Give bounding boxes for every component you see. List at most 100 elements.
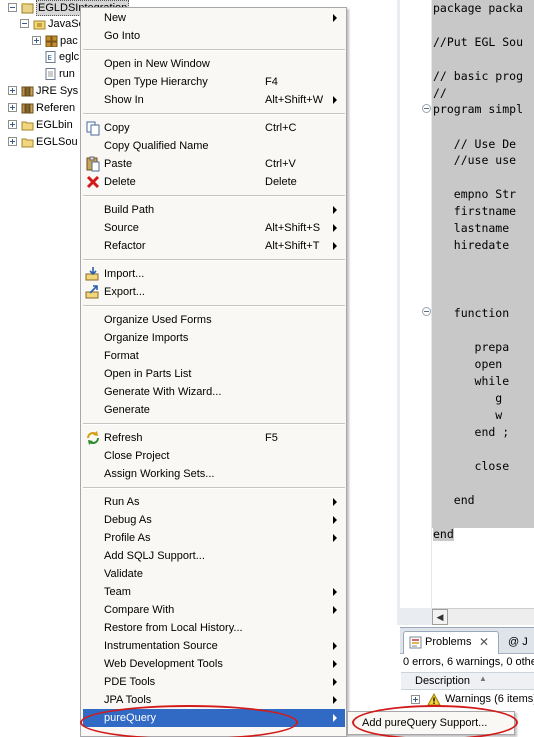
tree-item[interactable]: EGLbin	[0, 117, 90, 133]
menu-item-organize-imports[interactable]: Organize Imports	[83, 329, 345, 347]
menu-separator	[83, 305, 345, 307]
menu-item-show-in[interactable]: Show In Alt+Shift+W	[83, 91, 345, 109]
code-line: hiredate	[433, 237, 517, 253]
egl-file-icon: E	[44, 51, 57, 63]
expand-icon[interactable]	[8, 103, 17, 112]
menu-separator	[83, 423, 345, 425]
menu-item-compare-with[interactable]: Compare With	[83, 601, 345, 619]
menu-item-run-as[interactable]: Run As	[83, 493, 345, 511]
tree-item[interactable]: run	[0, 66, 90, 82]
code-line: while	[433, 373, 510, 389]
library-icon	[21, 102, 34, 114]
menu-item-refresh[interactable]: Refresh F5	[83, 429, 345, 447]
menu-item-generate-with-wizard[interactable]: Generate With Wizard...	[83, 383, 345, 401]
library-icon	[21, 86, 34, 97]
add-purequery-support-item[interactable]: Add pureQuery Support...	[351, 715, 511, 732]
copy-icon	[85, 120, 101, 136]
menu-item-close-project[interactable]: Close Project	[83, 447, 345, 465]
close-icon[interactable]: ✕	[479, 635, 489, 649]
menu-item-team[interactable]: Team	[83, 583, 345, 601]
menu-item-label: Open in New Window	[104, 58, 210, 70]
problems-column-header[interactable]: Description ▲	[401, 672, 534, 690]
menu-item-restore-from-local-history[interactable]: Restore from Local History...	[83, 619, 345, 637]
code-editor[interactable]: package packa //Put EGL Sou // basic prog /…	[432, 0, 534, 608]
menu-item-purequery[interactable]: pureQuery	[83, 709, 345, 727]
tree-item[interactable]: pac	[0, 33, 90, 49]
warnings-row[interactable]: Warnings (6 items)	[401, 692, 534, 708]
menu-separator	[83, 259, 345, 261]
menu-item-new[interactable]: New	[83, 9, 345, 27]
tab-problems[interactable]: Problems ✕	[403, 631, 499, 654]
code-line-text: //	[433, 86, 447, 100]
code-line: empno Str	[433, 186, 517, 202]
menu-separator	[83, 487, 345, 489]
tree-item[interactable]: Eeglc	[0, 49, 90, 65]
menu-item-shortcut: Ctrl+C	[265, 122, 297, 134]
collapse-icon[interactable]	[20, 19, 29, 28]
tree-item[interactable]: JRE Sys	[0, 83, 90, 99]
menu-item-generate[interactable]: Generate	[83, 401, 345, 419]
menu-item-label: Copy	[104, 122, 130, 134]
menu-item-go-into[interactable]: Go Into	[83, 27, 345, 45]
fold-toggle-icon[interactable]	[422, 307, 431, 316]
menu-item-open-in-parts-list[interactable]: Open in Parts List	[83, 365, 345, 383]
expand-icon[interactable]	[411, 695, 420, 704]
menu-item-add-sqlj-support[interactable]: Add SQLJ Support...	[83, 547, 345, 565]
export-icon	[85, 284, 101, 300]
menu-item-export[interactable]: Export...	[83, 283, 345, 301]
tree-item-label: EGLSou	[36, 136, 78, 148]
menu-item-validate[interactable]: Validate	[83, 565, 345, 583]
expand-icon[interactable]	[32, 36, 41, 45]
code-line-text: close	[433, 459, 510, 473]
menu-item-debug-as[interactable]: Debug As	[83, 511, 345, 529]
menu-item-label: Organize Imports	[104, 332, 189, 344]
code-line: end ;	[433, 424, 510, 440]
menu-item-copy-qualified-name[interactable]: Copy Qualified Name	[83, 137, 345, 155]
menu-item-instrumentation-source[interactable]: Instrumentation Source	[83, 637, 345, 655]
tab-other-label[interactable]: @ J	[508, 632, 528, 652]
code-line-text: function	[433, 306, 517, 320]
submenu-arrow-icon	[333, 714, 337, 722]
menu-item-label: Source	[104, 222, 139, 234]
problems-summary: 0 errors, 6 warnings, 0 othe	[403, 656, 534, 668]
menu-item-pde-tools[interactable]: PDE Tools	[83, 673, 345, 691]
menu-item-build-path[interactable]: Build Path	[83, 201, 345, 219]
code-line: // Use De	[433, 136, 517, 152]
expand-icon[interactable]	[8, 137, 17, 146]
code-line-text: open	[433, 357, 510, 371]
refresh-icon	[87, 431, 99, 445]
code-line-text: firstname	[433, 204, 517, 218]
menu-item-label: New	[104, 12, 127, 24]
menu-item-profile-as[interactable]: Profile As	[83, 529, 345, 547]
menu-item-copy[interactable]: Copy Ctrl+C	[83, 119, 345, 137]
editor-horizontal-scrollbar[interactable]: ◀	[432, 608, 534, 625]
menu-item-web-development-tools[interactable]: Web Development Tools	[83, 655, 345, 673]
expand-icon[interactable]	[8, 86, 17, 95]
tree-item[interactable]: EGLSou	[0, 134, 90, 150]
menu-item-format[interactable]: Format	[83, 347, 345, 365]
menu-item-import[interactable]: Import...	[83, 265, 345, 283]
code-line: // basic prog	[433, 68, 524, 84]
collapse-icon[interactable]	[8, 3, 17, 12]
tree-item-label: pac	[60, 35, 78, 47]
menu-item-source[interactable]: Source Alt+Shift+S	[83, 219, 345, 237]
submenu-arrow-icon	[333, 206, 337, 214]
delete-icon	[86, 175, 100, 189]
menu-item-jpa-tools[interactable]: JPA Tools	[83, 691, 345, 709]
tree-item-label: JRE Sys	[36, 85, 79, 97]
menu-item-assign-working-sets[interactable]: Assign Working Sets...	[83, 465, 345, 483]
scroll-left-arrow-icon[interactable]: ◀	[432, 609, 448, 625]
fold-toggle-icon[interactable]	[422, 104, 431, 113]
menu-item-open-type-hierarchy[interactable]: Open Type Hierarchy F4	[83, 73, 345, 91]
code-line-text: lastname	[433, 221, 517, 235]
tree-item[interactable]: EGLDSIntegration	[0, 0, 130, 16]
tree-item[interactable]: Referen	[0, 100, 90, 116]
menu-item-organize-used-forms[interactable]: Organize Used Forms	[83, 311, 345, 329]
expand-icon[interactable]	[8, 120, 17, 129]
menu-item-open-in-new-window[interactable]: Open in New Window	[83, 55, 345, 73]
menu-item-refactor[interactable]: Refactor Alt+Shift+T	[83, 237, 345, 255]
menu-item-delete[interactable]: Delete Delete	[83, 173, 345, 191]
tree-item[interactable]: JavaSo	[0, 16, 90, 32]
column-description[interactable]: Description	[415, 675, 470, 687]
menu-item-paste[interactable]: Paste Ctrl+V	[83, 155, 345, 173]
